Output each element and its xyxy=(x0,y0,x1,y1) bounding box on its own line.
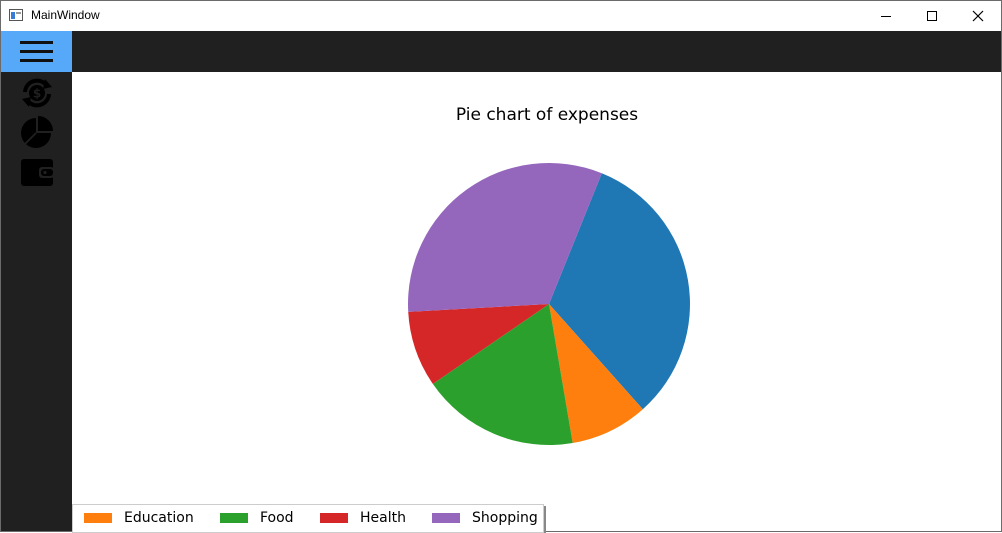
chart-title: Pie chart of expenses xyxy=(456,105,638,125)
legend-label-health: Health xyxy=(360,510,406,526)
app-icon xyxy=(9,9,23,21)
legend-swatch-education xyxy=(84,513,112,523)
menu-icon xyxy=(20,41,53,62)
main-window: MainWindow $ Pie chart of expenses Educa… xyxy=(0,0,1002,533)
legend-label-food: Food xyxy=(260,510,294,526)
pie-chart-icon xyxy=(21,116,53,148)
maximize-icon xyxy=(927,11,937,21)
chart-legend: Education Food Health Shopping xyxy=(72,504,544,533)
legend-swatch-shopping xyxy=(432,513,460,523)
legend-swatch-health xyxy=(320,513,348,523)
maximize-button[interactable] xyxy=(909,1,955,31)
currency-exchange-icon: $ xyxy=(22,78,52,108)
legend-swatch-food xyxy=(220,513,248,523)
wallet-icon xyxy=(21,159,54,186)
sidebar-item-currency[interactable]: $ xyxy=(19,75,55,111)
sidebar: $ xyxy=(1,31,72,531)
legend-label-shopping: Shopping xyxy=(472,510,538,526)
menu-button[interactable] xyxy=(1,31,72,72)
pie-chart: Pie chart of expenses xyxy=(408,105,690,445)
close-icon xyxy=(972,10,984,22)
sidebar-item-wallet[interactable] xyxy=(19,155,55,191)
minimize-button[interactable] xyxy=(863,1,909,31)
chart-area: Pie chart of expenses Education Food Hea… xyxy=(72,72,1001,533)
sidebar-item-pie-chart[interactable] xyxy=(19,115,55,151)
minimize-icon xyxy=(881,16,891,17)
window-title: MainWindow xyxy=(31,8,100,22)
title-bar[interactable]: MainWindow xyxy=(1,1,1001,31)
legend-label-education: Education xyxy=(124,510,194,526)
svg-text:$: $ xyxy=(33,87,41,101)
close-button[interactable] xyxy=(955,1,1001,31)
top-toolbar xyxy=(1,31,1001,72)
